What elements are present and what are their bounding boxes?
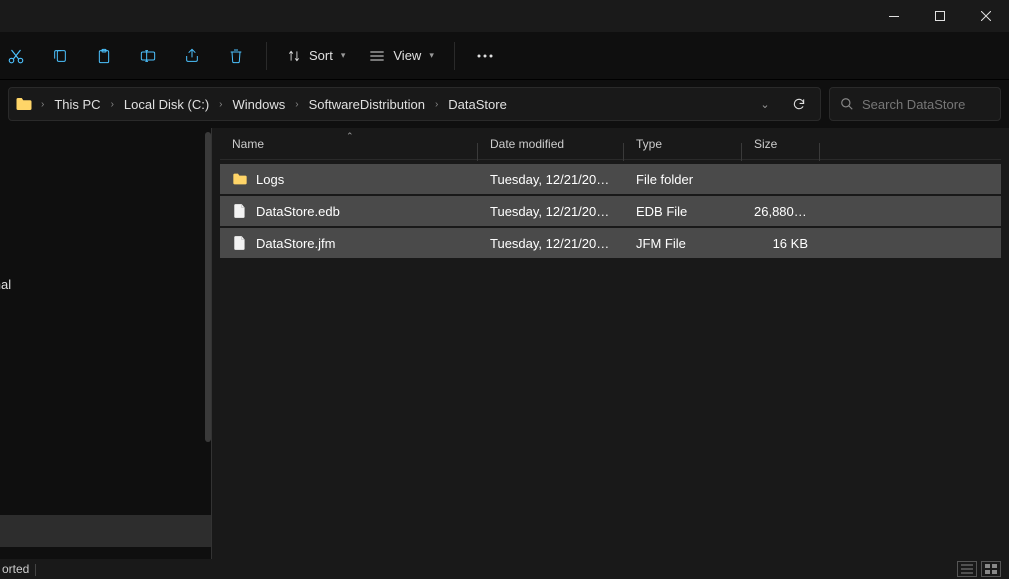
refresh-button[interactable] bbox=[784, 89, 814, 119]
search-icon bbox=[840, 97, 854, 111]
file-icon bbox=[232, 235, 248, 251]
toolbar: Sort ▾ View ▾ bbox=[0, 32, 1009, 80]
sort-label: Sort bbox=[309, 48, 333, 63]
file-date: Tuesday, 12/21/2021 1... bbox=[478, 172, 624, 187]
chevron-right-icon[interactable]: › bbox=[39, 99, 46, 110]
breadcrumb-item[interactable]: SoftwareDistribution bbox=[303, 88, 431, 120]
column-date[interactable]: Date modified bbox=[478, 137, 624, 151]
address-bar[interactable]: › This PC › Local Disk (C:) › Windows › … bbox=[8, 87, 821, 121]
sidebar-item-selected[interactable]: ) bbox=[0, 515, 211, 547]
chevron-down-icon: ⌄ bbox=[760, 98, 769, 111]
minimize-button[interactable] bbox=[871, 0, 917, 32]
status-text: orted bbox=[2, 562, 36, 576]
file-icon bbox=[232, 203, 248, 219]
copy-button[interactable] bbox=[40, 38, 80, 74]
search-box[interactable] bbox=[829, 87, 1001, 121]
file-row[interactable]: DataStore.jfm Tuesday, 12/21/2021 1...JFM… bbox=[220, 228, 1001, 258]
scrollbar[interactable] bbox=[205, 132, 211, 442]
more-button[interactable] bbox=[465, 38, 505, 74]
view-label: View bbox=[393, 48, 421, 63]
file-date: Tuesday, 12/21/2021 1... bbox=[478, 204, 624, 219]
chevron-right-icon[interactable]: › bbox=[217, 99, 224, 110]
sort-icon bbox=[287, 49, 301, 63]
chevron-right-icon[interactable]: › bbox=[293, 99, 300, 110]
file-name: DataStore.edb bbox=[256, 204, 340, 219]
toolbar-separator bbox=[266, 42, 267, 70]
search-input[interactable] bbox=[862, 97, 990, 112]
maximize-button[interactable] bbox=[917, 0, 963, 32]
breadcrumb-item[interactable]: DataStore bbox=[442, 88, 513, 120]
file-type: JFM File bbox=[624, 236, 742, 251]
file-size: 16 KB bbox=[742, 236, 820, 251]
thumbnails-view-button[interactable] bbox=[981, 561, 1001, 577]
paste-button[interactable] bbox=[84, 38, 124, 74]
file-type: EDB File bbox=[624, 204, 742, 219]
history-dropdown-button[interactable]: ⌄ bbox=[750, 89, 780, 119]
file-type: File folder bbox=[624, 172, 742, 187]
details-view-button[interactable] bbox=[957, 561, 977, 577]
view-dropdown[interactable]: View ▾ bbox=[359, 38, 443, 74]
file-row[interactable]: Logs Tuesday, 12/21/2021 1...File folder bbox=[220, 164, 1001, 194]
navigation-pane[interactable]: sonal ) bbox=[0, 128, 212, 559]
sort-ascending-icon: ⌃ bbox=[346, 131, 354, 142]
column-name[interactable]: Name ⌃ bbox=[220, 137, 478, 151]
title-bar bbox=[0, 0, 1009, 32]
column-type[interactable]: Type bbox=[624, 137, 742, 151]
file-list-pane: Name ⌃ Date modified Type Size Logs Tuesd… bbox=[212, 128, 1009, 559]
column-headers: Name ⌃ Date modified Type Size bbox=[220, 128, 1001, 160]
file-rows: LogsTuesday, 12/21/2021 1...File folderD… bbox=[220, 160, 1001, 258]
file-row[interactable]: DataStore.edb Tuesday, 12/21/2021 1...EDB… bbox=[220, 196, 1001, 226]
chevron-right-icon[interactable]: › bbox=[433, 99, 440, 110]
file-date: Tuesday, 12/21/2021 1... bbox=[478, 236, 624, 251]
column-size[interactable]: Size bbox=[742, 137, 820, 151]
sidebar-item[interactable]: sonal bbox=[0, 268, 211, 300]
chevron-down-icon: ▾ bbox=[341, 50, 346, 61]
chevron-right-icon[interactable]: › bbox=[109, 99, 116, 110]
folder-icon bbox=[232, 171, 248, 187]
sort-dropdown[interactable]: Sort ▾ bbox=[277, 38, 355, 74]
share-button[interactable] bbox=[172, 38, 212, 74]
file-size: 26,880 KB bbox=[742, 204, 820, 219]
folder-icon bbox=[15, 96, 33, 112]
main-area: sonal ) Name ⌃ Date modified Type Size L… bbox=[0, 128, 1009, 559]
breadcrumb-item[interactable]: This PC bbox=[48, 88, 106, 120]
rename-button[interactable] bbox=[128, 38, 168, 74]
address-row: › This PC › Local Disk (C:) › Windows › … bbox=[0, 80, 1009, 128]
toolbar-separator bbox=[454, 42, 455, 70]
file-name: Logs bbox=[256, 172, 284, 187]
delete-button[interactable] bbox=[216, 38, 256, 74]
breadcrumb-item[interactable]: Windows bbox=[227, 88, 292, 120]
chevron-down-icon: ▾ bbox=[429, 50, 434, 61]
close-button[interactable] bbox=[963, 0, 1009, 32]
view-icon bbox=[369, 50, 385, 62]
cut-button[interactable] bbox=[0, 38, 36, 74]
status-bar: orted bbox=[0, 559, 1009, 579]
breadcrumb-item[interactable]: Local Disk (C:) bbox=[118, 88, 215, 120]
file-name: DataStore.jfm bbox=[256, 236, 335, 251]
